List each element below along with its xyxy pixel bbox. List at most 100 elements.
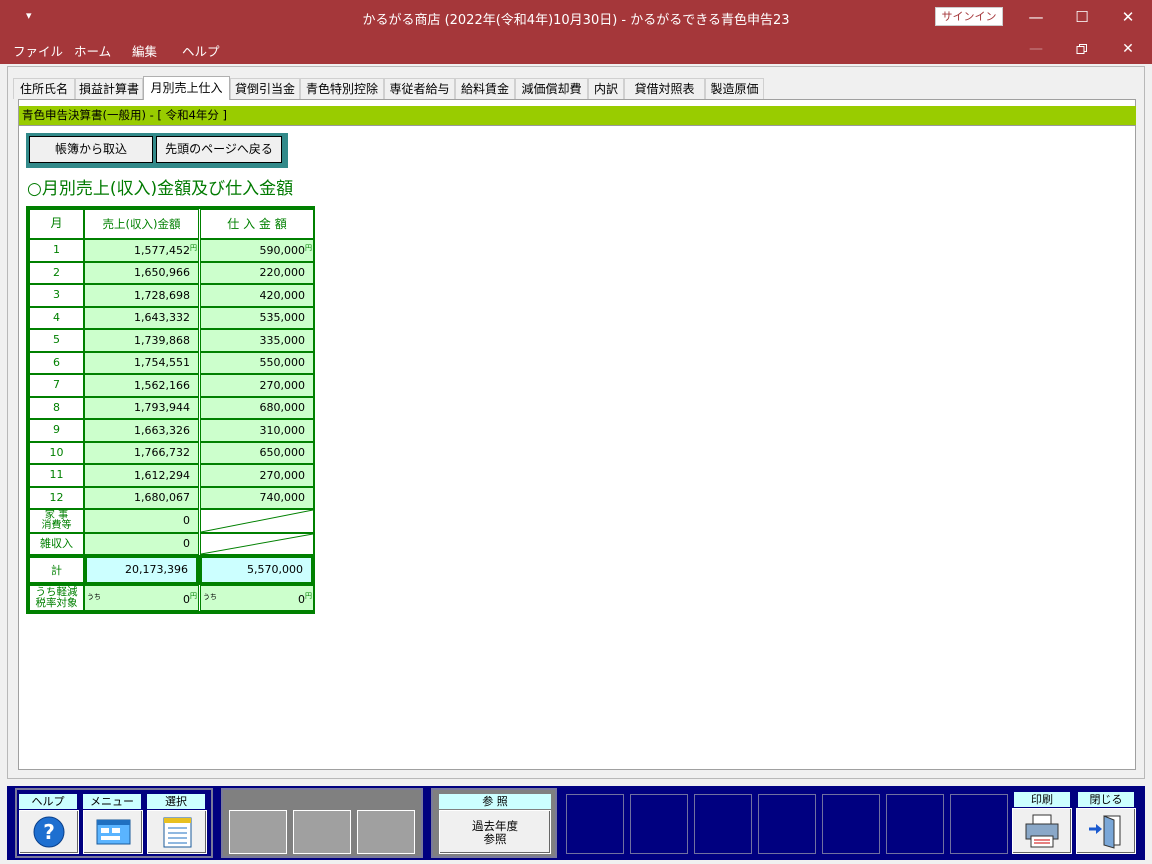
sales-cell[interactable]: 1,793,944	[84, 397, 199, 419]
menu-button[interactable]	[83, 810, 143, 854]
select-button[interactable]	[147, 810, 207, 854]
yen-unit: 円	[305, 592, 312, 600]
empty-slot	[886, 794, 944, 854]
purchase-value: 270,000	[259, 469, 306, 482]
purchase-cell[interactable]: 310,000	[200, 419, 314, 442]
purchase-cell[interactable]: 220,000	[200, 262, 314, 284]
tab-family-salary[interactable]: 専従者給与	[384, 78, 455, 99]
purchase-cell[interactable]: 740,000	[200, 487, 314, 509]
menu-help[interactable]: ヘルプ	[182, 41, 220, 60]
main-frame: 住所氏名 損益計算書 月別売上仕入 貸倒引当金 青色特別控除 専従者給与 給料賃…	[7, 66, 1145, 779]
purchase-value: 270,000	[259, 379, 306, 392]
close-label: 閉じる	[1078, 792, 1134, 807]
tab-blue-deduction[interactable]: 青色特別控除	[300, 78, 384, 99]
month-label: 4	[29, 307, 84, 329]
sales-value: 1,577,452	[134, 244, 190, 257]
empty-slot	[293, 810, 351, 854]
tab-bad-debt[interactable]: 貸倒引当金	[230, 78, 300, 99]
tab-wages[interactable]: 給料賃金	[455, 78, 515, 99]
menu-bar: ファイル ホーム 編集 ヘルプ — ✕	[0, 34, 1152, 64]
form-area: 帳簿から取込 先頭のページへ戻る ○月別売上(収入)金額及び仕入金額 月 売上(…	[19, 125, 1136, 770]
sales-cell[interactable]: 1,562,166	[84, 374, 199, 397]
purchase-cell[interactable]: 550,000	[200, 352, 314, 374]
purchase-cell[interactable]: 535,000	[200, 307, 314, 329]
month-label: 10	[29, 442, 84, 464]
total-purchase: 5,570,000	[199, 555, 314, 585]
tab-depreciation[interactable]: 減価償却費	[515, 78, 588, 99]
purchase-value: 740,000	[259, 491, 306, 504]
month-label: 2	[29, 262, 84, 284]
household-label: 家 事 消費等	[29, 509, 84, 533]
back-to-first-page-button[interactable]: 先頭のページへ戻る	[156, 136, 282, 163]
menu-home[interactable]: ホーム	[74, 41, 111, 60]
yen-unit: 円	[190, 244, 197, 252]
mdi-minimize-button[interactable]: —	[1013, 34, 1059, 64]
purchase-cell[interactable]: 270,000	[200, 464, 314, 487]
household-label-line2: 消費等	[41, 520, 72, 531]
sales-value: 1,643,332	[134, 311, 190, 324]
close-button[interactable]	[1076, 808, 1136, 854]
empty-slot	[950, 794, 1008, 854]
purchase-cell[interactable]: 420,000	[200, 284, 314, 307]
action-button-group: 帳簿から取込 先頭のページへ戻る	[26, 133, 288, 168]
tab-address[interactable]: 住所氏名	[13, 78, 75, 99]
signin-button[interactable]: サインイン	[935, 7, 1003, 26]
household-sales[interactable]: 0	[84, 509, 199, 533]
sales-value: 1,766,732	[134, 446, 190, 459]
purchase-cell[interactable]: 650,000	[200, 442, 314, 464]
sales-cell[interactable]: 1,663,326	[84, 419, 199, 442]
sales-cell[interactable]: 1,643,332	[84, 307, 199, 329]
maximize-button[interactable]: ☐	[1059, 0, 1105, 34]
sales-value: 1,680,067	[134, 491, 190, 504]
sales-cell[interactable]: 1,739,868	[84, 329, 199, 352]
reduced-tax-sales[interactable]: うち 円 0	[84, 585, 199, 611]
diagonal-line	[201, 534, 313, 554]
sales-value: 1,663,326	[134, 424, 190, 437]
mdi-restore-button[interactable]	[1059, 34, 1105, 64]
menu-edit[interactable]: 編集	[132, 41, 157, 60]
header-purchase: 仕 入 金 額	[200, 209, 314, 239]
reference-label: 参 照	[439, 794, 551, 809]
reduced-tax-label-line2: 税率対象	[35, 597, 78, 609]
sales-cell[interactable]: 1,612,294	[84, 464, 199, 487]
past-year-reference-button[interactable]: 過去年度 参照	[439, 810, 551, 854]
purchase-cell[interactable]: 680,000	[200, 397, 314, 419]
month-label: 6	[29, 352, 84, 374]
reduced-tax-purchase[interactable]: うち 円 0	[200, 585, 314, 611]
purchase-cell[interactable]: 335,000	[200, 329, 314, 352]
sales-value: 1,793,944	[134, 401, 190, 414]
toolbar-group-reference: 参 照 過去年度 参照	[431, 788, 557, 858]
misc-income-sales[interactable]: 0	[84, 533, 199, 555]
sales-cell[interactable]: 1,650,966	[84, 262, 199, 284]
tab-manufacturing-cost[interactable]: 製造原価	[705, 78, 764, 99]
monthly-table: 月 売上(収入)金額 仕 入 金 額 1 1,577,452 円 590,000 円 2 1…	[26, 206, 315, 614]
close-window-button[interactable]: ✕	[1105, 0, 1151, 34]
minimize-button[interactable]: —	[1013, 0, 1059, 34]
toolbar-group-empty	[221, 788, 423, 858]
purchase-value: 590,000	[259, 244, 306, 257]
print-button[interactable]	[1012, 808, 1072, 854]
form-title: 青色申告決算書(一般用) - [ 令和4年分 ]	[19, 106, 1136, 125]
sales-cell[interactable]: 1,728,698	[84, 284, 199, 307]
sales-cell[interactable]: 1,577,452 円	[84, 239, 199, 262]
help-button[interactable]: ?	[19, 810, 79, 854]
header-month: 月	[29, 209, 84, 239]
mdi-close-button[interactable]: ✕	[1105, 34, 1151, 64]
sales-value: 1,562,166	[134, 379, 190, 392]
yen-unit: 円	[305, 244, 312, 252]
purchase-cell[interactable]: 590,000 円	[200, 239, 314, 262]
tab-breakdown[interactable]: 内訳	[588, 78, 624, 99]
tab-balance-sheet[interactable]: 貸借対照表	[624, 78, 705, 99]
purchase-value: 220,000	[259, 266, 306, 279]
import-from-ledger-button[interactable]: 帳簿から取込	[29, 136, 153, 163]
sales-cell[interactable]: 1,680,067	[84, 487, 199, 509]
purchase-cell[interactable]: 270,000	[200, 374, 314, 397]
tab-income-statement[interactable]: 損益計算書	[75, 78, 143, 99]
tab-monthly-sales[interactable]: 月別売上仕入	[143, 76, 230, 100]
misc-income-purchase-disabled	[200, 533, 314, 555]
bottom-toolbar: ヘルプ メニュー 選択 ? 参 照 過去年度 参照 印刷 閉じる	[7, 786, 1145, 860]
sales-cell[interactable]: 1,754,551	[84, 352, 199, 374]
title-bar: ▾ かるがる商店 (2022年(令和4年)10月30日) - かるがるできる青色…	[0, 0, 1152, 34]
menu-file[interactable]: ファイル	[13, 41, 63, 60]
sales-cell[interactable]: 1,766,732	[84, 442, 199, 464]
